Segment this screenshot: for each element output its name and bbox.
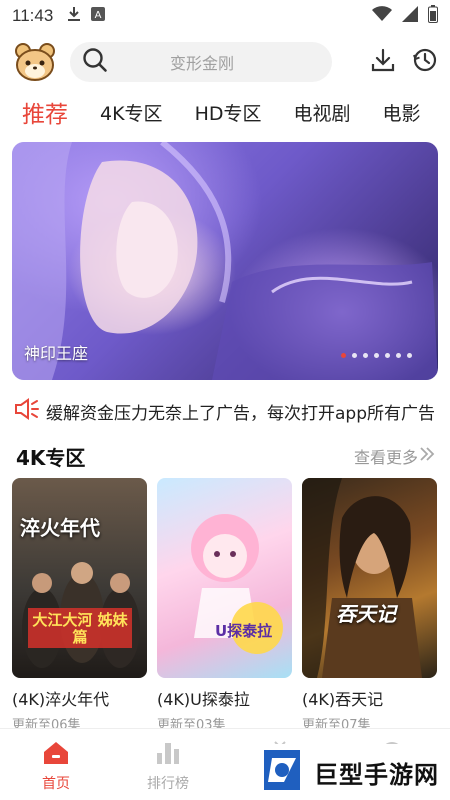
download-icon[interactable] (370, 47, 396, 77)
tab-tv-series[interactable]: 电视剧 (293, 99, 350, 126)
carousel-dot[interactable] (407, 353, 412, 358)
section-header-4k: 4K专区 查看更多 (16, 440, 436, 472)
poster-image[interactable]: U探泰拉 (157, 478, 292, 678)
poster-title: U探泰拉 (215, 622, 273, 640)
bar-chart-icon (155, 741, 181, 769)
card-row: 淬火年代 大江大河 姊妹篇 (4K)淬火年代 更新至06集 U探泰拉 (4K)U… (12, 478, 438, 733)
search-bar[interactable]: 变形金刚 (70, 42, 332, 82)
carousel-dot[interactable] (341, 353, 346, 358)
wifi-icon (372, 5, 392, 27)
carousel-dot[interactable] (363, 353, 368, 358)
status-time: 11:43 (12, 6, 54, 25)
category-tabs: 推荐 4K专区 HD专区 电视剧 电影 (0, 92, 450, 132)
carousel-dot[interactable] (352, 353, 357, 358)
search-icon (82, 47, 108, 77)
status-bar: 11:43 A (0, 0, 450, 32)
poster-subtitle: 大江大河 姊妹篇 (32, 611, 128, 646)
notice-bar[interactable]: 缓解资金压力无奈上了广告，每次打开app所有广告 (14, 396, 438, 426)
carousel-dot[interactable] (374, 353, 379, 358)
nav-ranking[interactable]: 排行榜 (112, 729, 224, 800)
hamster-logo-avatar[interactable] (12, 39, 58, 85)
double-chevron-right-icon (418, 446, 436, 466)
card-title: (4K)U探泰拉 (157, 690, 250, 709)
see-more-link[interactable]: 查看更多 (354, 444, 436, 468)
video-card[interactable]: 吞天记 (4K)吞天记 更新至07集 (302, 478, 437, 733)
poster-image[interactable]: 吞天记 (302, 478, 437, 678)
nav-home[interactable]: 首页 (0, 729, 112, 800)
notice-text: 缓解资金压力无奈上了广告，每次打开app所有广告 (46, 403, 435, 424)
video-card[interactable]: 淬火年代 大江大河 姊妹篇 (4K)淬火年代 更新至06集 (12, 478, 147, 733)
card-title: (4K)淬火年代 (12, 690, 110, 709)
banner-carousel[interactable]: 神印王座 (12, 142, 438, 380)
nav-label: 排行榜 (147, 776, 189, 792)
see-more-label: 查看更多 (353, 448, 418, 467)
watermark-text: 巨型手游网 (314, 760, 439, 789)
search-placeholder: 变形金刚 (169, 54, 234, 73)
video-card[interactable]: U探泰拉 (4K)U探泰拉 更新至03集 (157, 478, 292, 733)
poster-image[interactable]: 淬火年代 大江大河 姊妹篇 (12, 478, 147, 678)
watermark-emblem-icon (258, 746, 306, 798)
section-title: 4K专区 (16, 445, 86, 470)
tab-movies[interactable]: 电影 (383, 99, 421, 126)
carousel-indicator (341, 353, 412, 358)
poster-title: 吞天记 (336, 602, 396, 626)
card-title: (4K)吞天记 (302, 690, 384, 709)
battery-icon (428, 4, 438, 28)
tab-hd[interactable]: HD专区 (195, 99, 262, 126)
carousel-dot[interactable] (385, 353, 390, 358)
poster-title: 淬火年代 (20, 516, 100, 540)
top-bar: 变形金刚 (0, 38, 450, 86)
watermark-logo: 巨型手游网 (258, 744, 450, 800)
history-icon[interactable] (412, 47, 438, 77)
banner-title: 神印王座 (24, 344, 89, 363)
svg-text:A: A (95, 10, 102, 21)
speaker-icon (14, 398, 40, 424)
download-status-icon (67, 6, 81, 27)
tab-4k[interactable]: 4K专区 (100, 99, 163, 126)
font-app-status-icon: A (91, 6, 106, 26)
nav-label: 首页 (42, 776, 70, 792)
carousel-dot[interactable] (396, 353, 401, 358)
home-icon (43, 741, 69, 769)
tab-recommend[interactable]: 推荐 (22, 95, 68, 129)
signal-icon (402, 5, 418, 27)
